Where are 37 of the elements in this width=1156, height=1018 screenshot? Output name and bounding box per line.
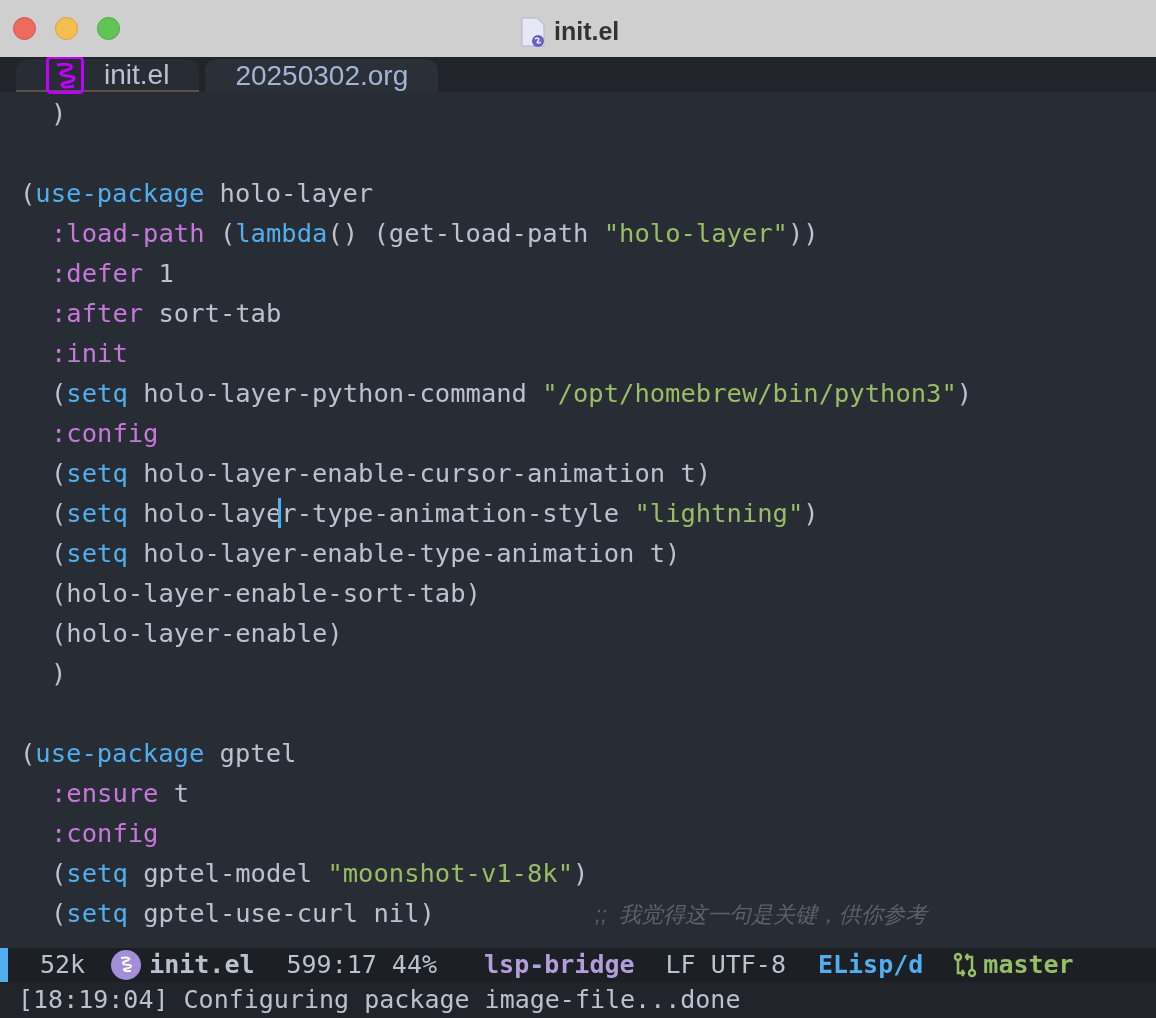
code-line: :config (50, 417, 160, 450)
code-line: :load-path (lambda() (get-load-path "holo-layer")) (50, 217, 820, 250)
code-line: (setq holo-layer-enable-type-animation t) (50, 537, 682, 570)
tab[interactable]: 20250302.org (205, 59, 439, 92)
code-line: (setq gptel-model "moonshot-v1-8k") (50, 857, 590, 890)
buffer-name: init.el (149, 949, 255, 982)
encoding: LF UTF-8 (665, 949, 786, 982)
emacs-icon (111, 950, 142, 980)
mode-line-indicator (0, 948, 8, 982)
code-line: (setq holo-laye r-type-animation-style "lightning") (50, 497, 820, 530)
close-button[interactable] (13, 17, 36, 40)
code-line: (setq holo-layer-enable-cursor-animation t) (50, 457, 713, 490)
zoom-button[interactable] (97, 17, 120, 40)
code-line: :ensure t (50, 777, 191, 810)
minimize-button[interactable] (55, 17, 78, 40)
echo-area-message: [18:19:04] Configuring package image-file...done (18, 984, 741, 1017)
major-mode: ELisp/d (817, 949, 924, 982)
code-line: (holo-layer-enable) (50, 617, 344, 650)
code-line: :defer 1 (50, 257, 175, 290)
tab[interactable]: init.el (16, 59, 200, 92)
window-title: init.el (554, 16, 620, 47)
code-line: :after sort-tab (50, 297, 283, 330)
git-branch: master (983, 949, 1074, 982)
code-line: ) (50, 97, 68, 130)
code-line: :config (50, 817, 160, 850)
emacs-icon (46, 55, 84, 94)
git-branch-icon (953, 952, 978, 978)
cursor-position: 599:17 44% (286, 949, 438, 982)
code-line: :init (50, 337, 129, 370)
file-icon (520, 16, 546, 47)
code-line: ) (50, 657, 68, 690)
code-line: (use-package holo-layer (20, 177, 375, 210)
buffer-size: 52k (40, 949, 86, 982)
code-line: (setq holo-layer-python-command "/opt/homebrew/bin/python3") (50, 377, 974, 410)
lsp-status: lsp-bridge (484, 949, 635, 982)
code-line: (holo-layer-enable-sort-tab) (50, 577, 482, 610)
code-line: (use-package gptel (20, 737, 298, 770)
